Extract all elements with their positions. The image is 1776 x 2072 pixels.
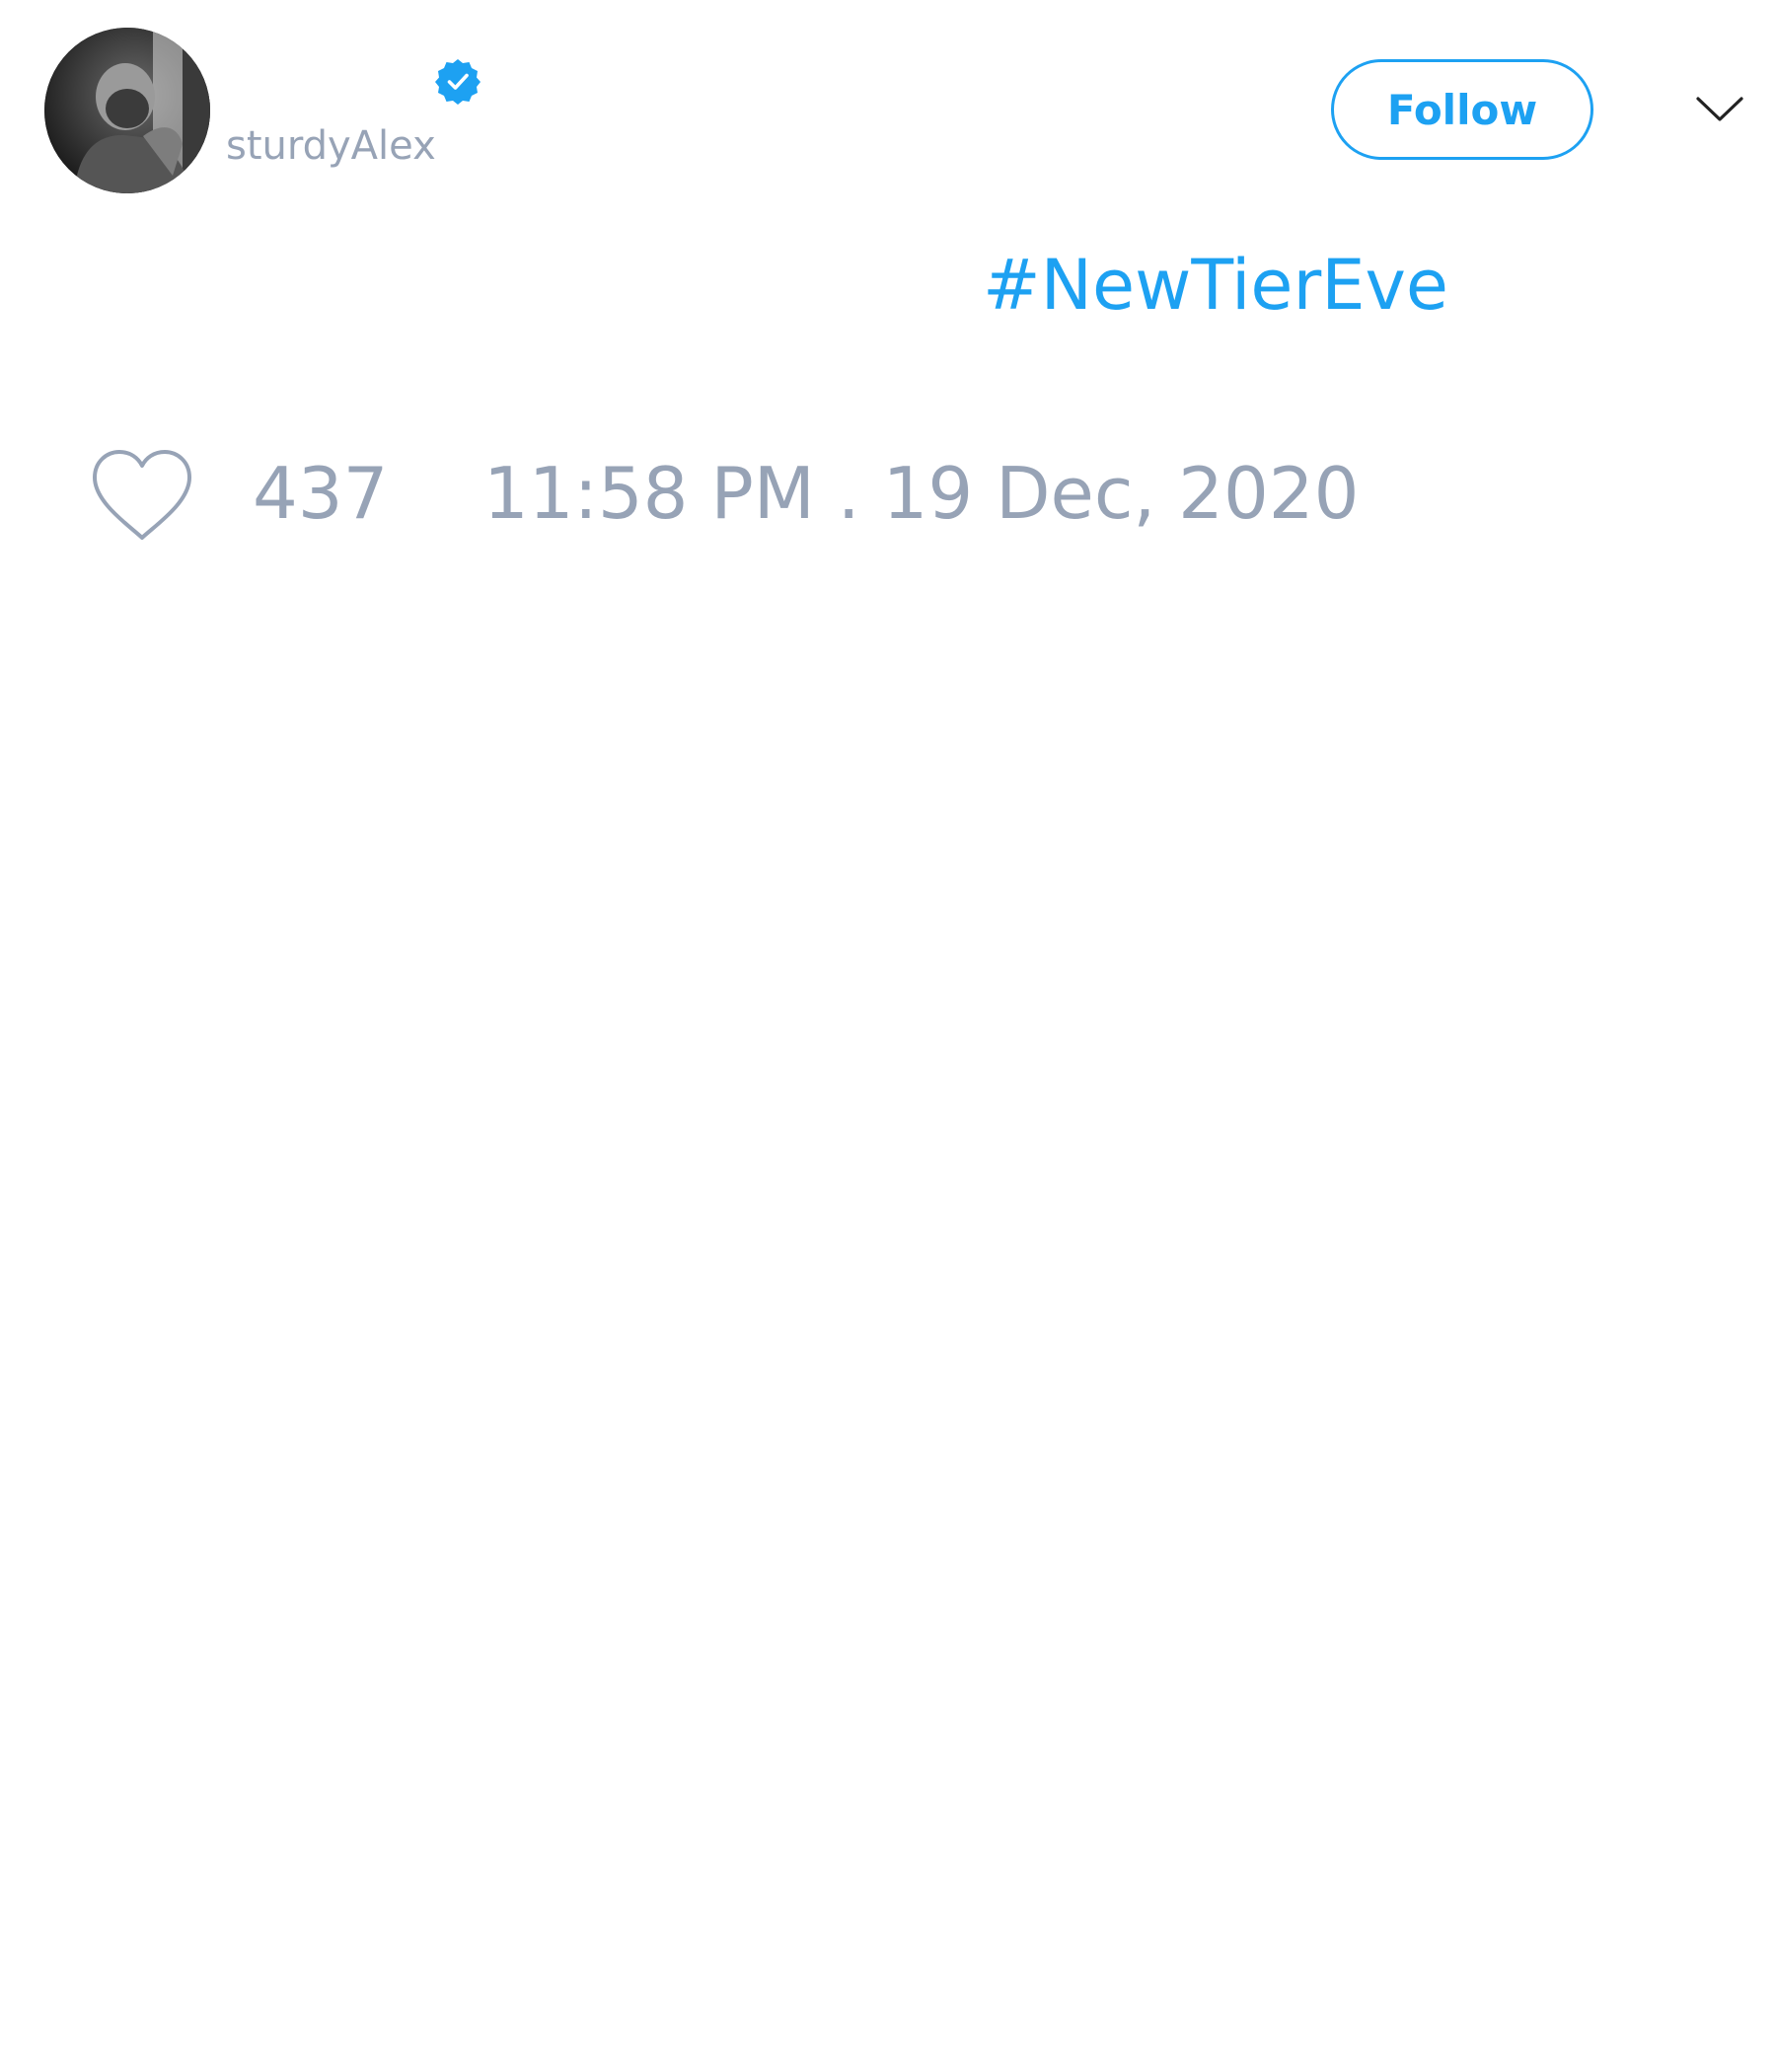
verified-badge-icon <box>435 59 481 105</box>
username[interactable]: sturdyAlex <box>226 126 436 166</box>
avatar[interactable] <box>44 28 210 193</box>
like-count: 437 <box>253 452 389 535</box>
tweet-card: sturdyAlex Follow #NewTierEve 437 11:58 … <box>0 0 1776 2072</box>
tweet-stats: 437 11:58 PM . 19 Dec, 2020 <box>0 444 1776 553</box>
hashtag-link[interactable]: #NewTierEve <box>983 251 1448 320</box>
avatar-photo <box>44 28 210 193</box>
chevron-down-icon[interactable] <box>1695 93 1744 126</box>
timestamp[interactable]: 11:58 PM . 19 Dec, 2020 <box>483 458 1359 529</box>
follow-button[interactable]: Follow <box>1331 59 1593 160</box>
heart-icon[interactable] <box>89 448 195 543</box>
